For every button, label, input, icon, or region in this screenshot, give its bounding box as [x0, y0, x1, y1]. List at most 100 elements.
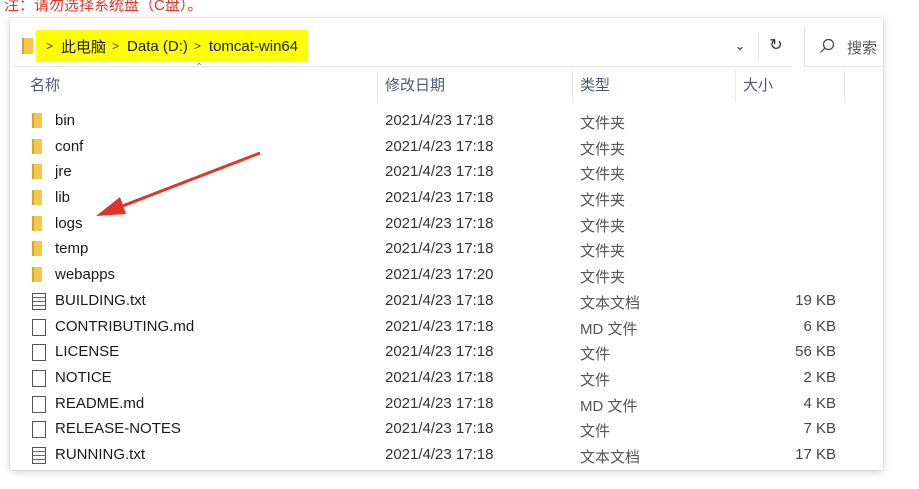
- column-divider[interactable]: [377, 70, 378, 102]
- file-name[interactable]: NOTICE: [55, 369, 112, 386]
- file-type: 文件夹: [580, 140, 626, 158]
- file-size: 4 KB: [803, 394, 836, 412]
- file-row[interactable]: CONTRIBUTING.md 2021/4/23 17:18 MD 文件 6 KB: [10, 314, 883, 340]
- file-name[interactable]: LICENSE: [55, 343, 119, 360]
- file-date: 2021/4/23 17:18: [385, 317, 494, 335]
- file-row[interactable]: NOTICE 2021/4/23 17:18 文件 2 KB: [10, 365, 883, 391]
- red-arrow-icon: [96, 151, 261, 216]
- file-date: 2021/4/23 17:18: [385, 240, 494, 258]
- file-size: 17 KB: [795, 445, 836, 463]
- breadcrumb-data-drive[interactable]: Data (D:): [127, 38, 188, 55]
- file-date: 2021/4/23 17:18: [385, 291, 494, 309]
- file-row[interactable]: LICENSE 2021/4/23 17:18 文件 56 KB: [10, 339, 883, 365]
- file-name[interactable]: logs: [55, 215, 83, 232]
- file-size: 56 KB: [795, 343, 836, 361]
- breadcrumb: > 此电脑 > Data (D:) > tomcat-win64: [36, 30, 309, 62]
- column-header-row: ⌃ 名称 修改日期 类型 大小: [10, 62, 883, 104]
- file-type: 文件夹: [580, 166, 626, 184]
- file-name[interactable]: conf: [55, 138, 83, 155]
- file-row[interactable]: webapps 2021/4/23 17:20 文件夹: [10, 262, 883, 288]
- file-size: 7 KB: [803, 420, 836, 438]
- search-icon: [820, 38, 835, 53]
- file-icon: [32, 318, 46, 336]
- file-name[interactable]: README.md: [55, 395, 144, 412]
- folder-icon: [32, 138, 42, 154]
- folder-icon: [32, 113, 42, 128]
- file-name[interactable]: webapps: [55, 266, 115, 283]
- file-size: 2 KB: [803, 368, 836, 386]
- column-divider[interactable]: [735, 70, 736, 102]
- file-date: 2021/4/23 17:18: [385, 163, 494, 181]
- file-row[interactable]: README.md 2021/4/23 17:18 MD 文件 4 KB: [10, 391, 883, 417]
- file-size: 6 KB: [803, 317, 836, 335]
- column-divider[interactable]: [844, 70, 845, 102]
- folder-icon: [32, 190, 42, 206]
- file-type: 文件夹: [580, 115, 626, 132]
- file-icon: [32, 395, 46, 413]
- file-type: 文件夹: [580, 192, 626, 210]
- search-input[interactable]: 搜索: [804, 26, 883, 67]
- file-date: 2021/4/23 17:18: [385, 420, 494, 438]
- file-date: 2021/4/23 17:18: [385, 368, 494, 386]
- breadcrumb-tomcat-win64[interactable]: tomcat-win64: [209, 38, 298, 55]
- file-row[interactable]: bin 2021/4/23 17:18 文件夹: [10, 108, 883, 134]
- file-date: 2021/4/23 17:18: [385, 112, 494, 129]
- folder-icon: [32, 215, 42, 231]
- file-type: 文件: [580, 371, 611, 389]
- file-date: 2021/4/23 17:20: [385, 266, 494, 284]
- file-name[interactable]: RELEASE-NOTES: [55, 420, 181, 437]
- file-row[interactable]: RELEASE-NOTES 2021/4/23 17:18 文件 7 KB: [10, 416, 883, 442]
- file-name[interactable]: bin: [55, 112, 75, 129]
- search-placeholder: 搜索: [847, 40, 878, 57]
- chevron-right-icon[interactable]: >: [112, 39, 119, 53]
- column-header-date[interactable]: 修改日期: [385, 68, 445, 104]
- file-date: 2021/4/23 17:18: [385, 394, 494, 412]
- file-date: 2021/4/23 17:18: [385, 137, 494, 155]
- column-divider[interactable]: [572, 70, 573, 102]
- file-icon: [32, 369, 46, 387]
- address-bar[interactable]: > 此电脑 > Data (D:) > tomcat-win64 ⌄ ↻: [14, 26, 792, 67]
- file-type: MD 文件: [580, 397, 638, 415]
- file-name[interactable]: RUNNING.txt: [55, 446, 145, 463]
- file-type: 文件夹: [580, 243, 626, 261]
- note-text: 注：请勿选择系统盘（C盘）。: [4, 0, 203, 12]
- file-row[interactable]: temp 2021/4/23 17:18 文件夹: [10, 236, 883, 262]
- chevron-right-icon[interactable]: >: [194, 39, 201, 53]
- file-name[interactable]: temp: [55, 240, 88, 257]
- file-type: 文件夹: [580, 269, 626, 287]
- chevron-right-icon[interactable]: >: [46, 39, 53, 53]
- file-name[interactable]: lib: [55, 189, 70, 206]
- file-size: 19 KB: [795, 291, 836, 309]
- file-type: 文本文档: [580, 294, 641, 312]
- file-name[interactable]: CONTRIBUTING.md: [55, 318, 194, 335]
- file-icon: [32, 344, 46, 362]
- column-header-name[interactable]: 名称: [30, 68, 60, 104]
- file-name[interactable]: BUILDING.txt: [55, 292, 146, 309]
- text-file-icon: [32, 446, 46, 464]
- column-header-size[interactable]: 大小: [743, 68, 773, 104]
- file-row[interactable]: BUILDING.txt 2021/4/23 17:18 文本文档 19 KB: [10, 288, 883, 314]
- file-type: 文件: [580, 423, 611, 441]
- text-file-icon: [32, 292, 46, 310]
- file-icon: [32, 421, 46, 439]
- breadcrumb-this-pc[interactable]: 此电脑: [61, 36, 106, 57]
- folder-icon: [32, 267, 42, 283]
- folder-icon: [22, 38, 33, 54]
- refresh-icon[interactable]: ↻: [758, 32, 793, 60]
- file-type: 文件: [580, 346, 611, 364]
- file-explorer-window: > 此电脑 > Data (D:) > tomcat-win64 ⌄ ↻ 搜索 …: [10, 18, 883, 470]
- chevron-down-icon[interactable]: ⌄: [730, 36, 750, 56]
- folder-icon: [32, 164, 42, 180]
- file-type: MD 文件: [580, 320, 638, 338]
- sort-caret-icon: ⌃: [195, 62, 204, 73]
- file-date: 2021/4/23 17:18: [385, 189, 494, 207]
- file-date: 2021/4/23 17:18: [385, 214, 494, 232]
- file-date: 2021/4/23 17:18: [385, 343, 494, 361]
- column-header-type[interactable]: 类型: [580, 68, 610, 104]
- file-name[interactable]: jre: [55, 163, 72, 180]
- file-type: 文件夹: [580, 217, 626, 235]
- file-date: 2021/4/23 17:18: [385, 445, 494, 463]
- file-row[interactable]: RUNNING.txt 2021/4/23 17:18 文本文档 17 KB: [10, 442, 883, 468]
- file-type: 文本文档: [580, 448, 641, 466]
- folder-icon: [32, 241, 42, 257]
